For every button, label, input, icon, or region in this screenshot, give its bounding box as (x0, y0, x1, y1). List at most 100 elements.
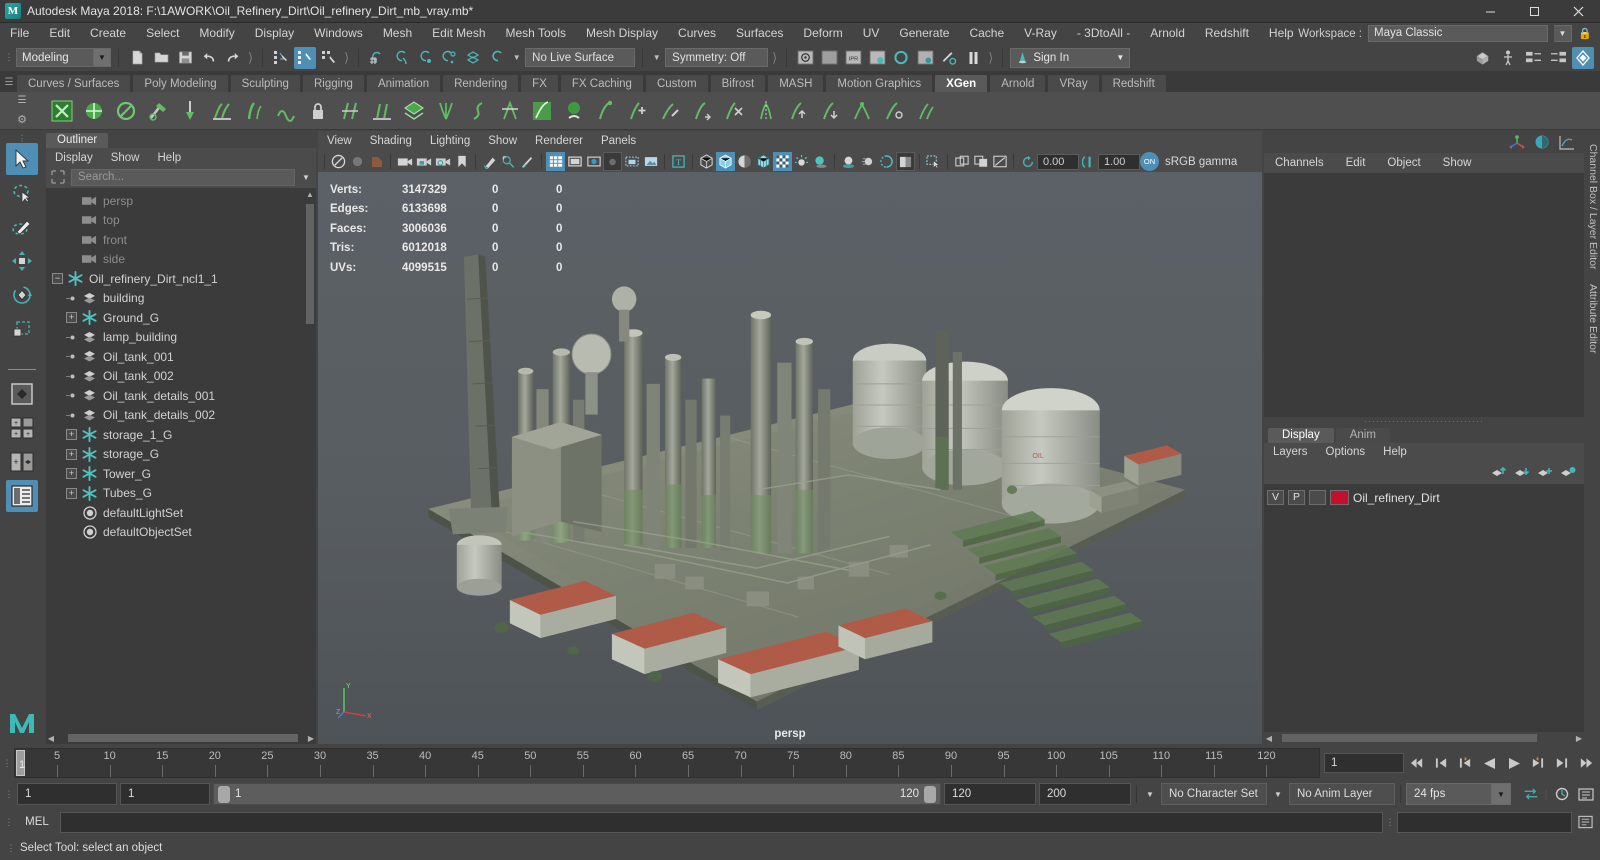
xgen-modify-guide-icon[interactable] (654, 95, 685, 127)
layer-playback-toggle[interactable]: P (1288, 490, 1305, 505)
tab-anim-layers[interactable]: Anim (1335, 428, 1390, 443)
snap-to-grid-icon[interactable] (366, 47, 388, 69)
menu-mesh-display[interactable]: Mesh Display (576, 23, 668, 44)
snap-to-view-plane-icon[interactable] (462, 47, 484, 69)
shelf-tab-animation[interactable]: Animation (365, 74, 442, 92)
menu-create[interactable]: Create (80, 23, 136, 44)
shelf-tab-custom[interactable]: Custom (644, 74, 709, 92)
layer-editor-horizontal-scrollbar[interactable]: ◀ ▶ (1264, 732, 1584, 744)
menu-3dtoall[interactable]: - 3DtoAll - (1067, 23, 1140, 44)
camera-icon[interactable] (395, 152, 414, 171)
outliner-item-persp[interactable]: persp (46, 191, 316, 211)
isolate-select-icon[interactable] (924, 152, 943, 171)
character-set-chevron-down-icon[interactable]: ▼ (1142, 783, 1158, 805)
xgen-cut-icon[interactable] (494, 95, 525, 127)
lasso-select-tool-button[interactable] (6, 177, 38, 209)
shelf-tab-mash[interactable]: MASH (767, 74, 825, 92)
outliner-item-defaultlightset[interactable]: defaultLightSet (46, 503, 316, 523)
wireframe-shading-icon[interactable] (697, 152, 716, 171)
snap-to-point-icon[interactable] (414, 47, 436, 69)
outliner-item-tubes_g[interactable]: + Tubes_G (46, 484, 316, 504)
create-empty-layer-icon[interactable] (1537, 466, 1553, 480)
step-forward-frame-button[interactable] (1527, 752, 1548, 774)
save-scene-icon[interactable] (174, 47, 196, 69)
outliner-item-oil_tank_001[interactable]: Oil_tank_001 (46, 347, 316, 367)
viewport-menu-lighting[interactable]: Lighting (421, 131, 479, 151)
outliner-item-storage_g[interactable]: + storage_G (46, 445, 316, 465)
shelf-tab-poly-modeling[interactable]: Poly Modeling (132, 74, 229, 92)
move-layer-up-icon[interactable] (1491, 466, 1507, 480)
menu-file[interactable]: File (0, 23, 39, 44)
toggle-attribute-editor-icon[interactable] (1522, 47, 1544, 69)
shelf-grip[interactable]: ☰ (2, 72, 16, 92)
range-start-time-field[interactable]: 1 (120, 783, 210, 805)
render-setup-icon[interactable] (914, 47, 936, 69)
menu-surfaces[interactable]: Surfaces (726, 23, 793, 44)
symmetry-field[interactable]: Symmetry: Off (665, 48, 769, 67)
menu-uv[interactable]: UV (853, 23, 890, 44)
gamma-reset-icon[interactable] (1079, 152, 1098, 171)
step-back-keyframe-button[interactable] (1431, 752, 1452, 774)
menu-select[interactable]: Select (136, 23, 189, 44)
fps-chevron-down-icon[interactable]: ▼ (1492, 783, 1511, 805)
expand-icon[interactable]: + (66, 429, 77, 441)
color-management-toggle-icon[interactable]: ON (1140, 152, 1159, 171)
show-manipulator-icon[interactable] (1506, 131, 1528, 153)
scale-tool-button[interactable] (6, 313, 38, 345)
xgen-add-guide-icon[interactable] (622, 95, 653, 127)
expand-icon[interactable]: + (66, 312, 77, 324)
shelf-tab-fx[interactable]: FX (520, 74, 559, 92)
make-live-icon[interactable] (486, 47, 508, 69)
menu-redshift[interactable]: Redshift (1195, 23, 1259, 44)
xgen-create-description-icon[interactable] (46, 95, 77, 127)
shelf-tab-motion-graphics[interactable]: Motion Graphics (825, 74, 934, 92)
menuset-value[interactable]: Modeling (16, 48, 94, 67)
layer-row[interactable]: V P Oil_refinery_Dirt (1267, 488, 1584, 507)
range-end-time-field[interactable]: 120 (944, 783, 1036, 805)
ipr-render-icon[interactable]: IPR (842, 47, 864, 69)
render-current-frame-icon[interactable] (794, 47, 816, 69)
menu-curves[interactable]: Curves (668, 23, 726, 44)
play-backwards-button[interactable] (1479, 752, 1500, 774)
outliner-item-top[interactable]: top (46, 211, 316, 231)
text-display-icon[interactable]: T (669, 152, 688, 171)
xgen-clear-icon[interactable] (110, 95, 141, 127)
xgen-guide-tool-icon[interactable] (590, 95, 621, 127)
outliner-item-front[interactable]: front (46, 230, 316, 250)
menu-cache[interactable]: Cache (959, 23, 1014, 44)
bookmark-icon[interactable] (452, 152, 471, 171)
gate-mask-icon[interactable] (603, 152, 622, 171)
menu-generate[interactable]: Generate (889, 23, 959, 44)
range-grip[interactable]: ⋮ (4, 789, 14, 800)
range-end-handle[interactable] (924, 785, 936, 803)
anti-aliasing-icon[interactable] (877, 152, 896, 171)
layer-scroll-left-arrow-icon[interactable]: ◀ (1264, 734, 1274, 743)
xgen-import-icon[interactable] (814, 95, 845, 127)
xgen-preview-icon[interactable] (78, 95, 109, 127)
channel-box-content[interactable] (1264, 173, 1584, 417)
live-chevron-down-icon[interactable]: ▼ (510, 47, 523, 69)
3d-viewport[interactable]: OIL Verts: 3147329 0 0 Edges: 6133698 0 … (318, 172, 1262, 744)
viewport-menu-renderer[interactable]: Renderer (526, 131, 592, 151)
outliner-item-ground_g[interactable]: + Ground_G (46, 308, 316, 328)
select-tool-button[interactable] (6, 143, 38, 175)
playback-settings-icon[interactable] (1551, 783, 1572, 805)
toggle-modeling-toolkit-icon[interactable] (1472, 47, 1494, 69)
character-set-field[interactable]: No Character Set (1161, 783, 1267, 805)
menu-mesh[interactable]: Mesh (373, 23, 422, 44)
outliner-item-oil_tank_details_002[interactable]: Oil_tank_details_002 (46, 406, 316, 426)
camera-settings-icon[interactable] (433, 152, 452, 171)
scroll-left-arrow-icon[interactable]: ◀ (46, 734, 56, 743)
xgen-cut-guides-icon[interactable] (334, 95, 365, 127)
channel-show-menu[interactable]: Show (1432, 153, 1483, 173)
outliner-menu-show[interactable]: Show (102, 148, 149, 168)
minimize-button[interactable] (1468, 0, 1512, 23)
layer-scroll-right-arrow-icon[interactable]: ▶ (1574, 734, 1584, 743)
xgen-length-brush-icon[interactable] (206, 95, 237, 127)
menu-edit-mesh[interactable]: Edit Mesh (422, 23, 495, 44)
expand-icon[interactable]: + (66, 468, 77, 480)
xgen-settings-icon[interactable] (878, 95, 909, 127)
outliner-tab[interactable]: Outliner (46, 133, 109, 148)
grease-pencil-icon[interactable] (480, 152, 499, 171)
panel-reset-icon[interactable] (990, 152, 1009, 171)
